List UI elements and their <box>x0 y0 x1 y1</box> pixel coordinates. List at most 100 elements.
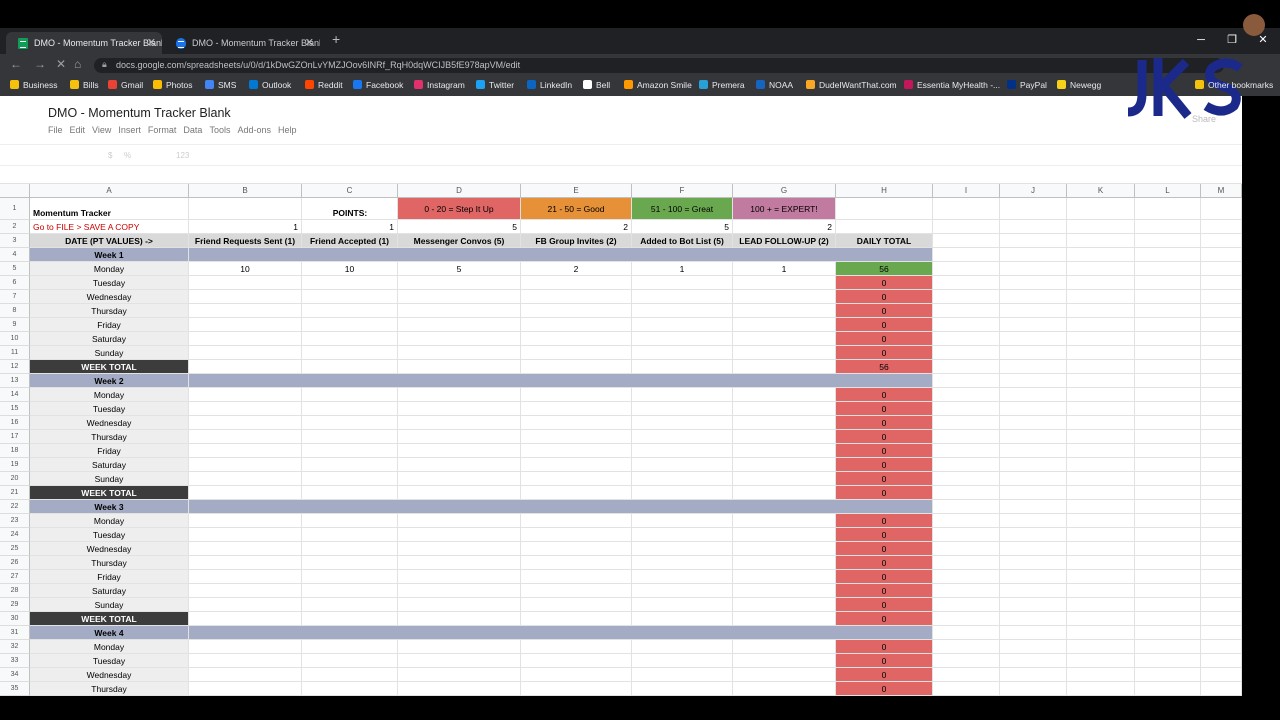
point-value-e[interactable]: 2 <box>521 220 632 234</box>
cell-k3[interactable] <box>1067 234 1135 248</box>
cell-f18[interactable] <box>632 444 733 458</box>
daily-total[interactable]: 0 <box>836 682 933 696</box>
cell-l26[interactable] <box>1135 556 1201 570</box>
cell-c34[interactable] <box>302 668 398 682</box>
cell-k26[interactable] <box>1067 556 1135 570</box>
cell-f7[interactable] <box>632 290 733 304</box>
cell-b30[interactable] <box>189 612 302 626</box>
points-label[interactable]: POINTS: <box>302 198 398 220</box>
cell-m23[interactable] <box>1201 514 1242 528</box>
sheet-heading[interactable]: Momentum Tracker <box>30 198 189 220</box>
day-label[interactable]: Saturday <box>30 584 189 598</box>
week-band[interactable]: Week 4 <box>30 626 189 640</box>
cell-c20[interactable] <box>302 472 398 486</box>
cell-m13[interactable] <box>1201 374 1242 388</box>
cell-j20[interactable] <box>1000 472 1067 486</box>
cell-k23[interactable] <box>1067 514 1135 528</box>
day-label[interactable]: Thursday <box>30 682 189 696</box>
new-tab-icon[interactable]: + <box>332 31 340 47</box>
cell-g30[interactable] <box>733 612 836 626</box>
bookmark-gmail[interactable]: Gmail <box>108 80 143 90</box>
cell-j5[interactable] <box>1000 262 1067 276</box>
row-header-33[interactable]: 33 <box>0 654 30 668</box>
cell-b6[interactable] <box>189 276 302 290</box>
bookmark-outlook[interactable]: Outlook <box>249 80 291 90</box>
cell-d17[interactable] <box>398 430 521 444</box>
cell-l6[interactable] <box>1135 276 1201 290</box>
cell-l14[interactable] <box>1135 388 1201 402</box>
cell-b12[interactable] <box>189 360 302 374</box>
cell-i21[interactable] <box>933 486 1000 500</box>
cell-d16[interactable] <box>398 416 521 430</box>
day-label[interactable]: Thursday <box>30 430 189 444</box>
cell-l16[interactable] <box>1135 416 1201 430</box>
cell-g7[interactable] <box>733 290 836 304</box>
cell-j30[interactable] <box>1000 612 1067 626</box>
cell-c11[interactable] <box>302 346 398 360</box>
bookmark-essentia-myhealth-[interactable]: Essentia MyHealth -... <box>904 80 1000 90</box>
cell-l2[interactable] <box>1135 220 1201 234</box>
daily-total[interactable]: 0 <box>836 332 933 346</box>
cell-m31[interactable] <box>1201 626 1242 640</box>
cell-m8[interactable] <box>1201 304 1242 318</box>
cell-g28[interactable] <box>733 584 836 598</box>
day-label[interactable]: Monday <box>30 514 189 528</box>
cell-g8[interactable] <box>733 304 836 318</box>
row-header-11[interactable]: 11 <box>0 346 30 360</box>
cell-c14[interactable] <box>302 388 398 402</box>
cell-e34[interactable] <box>521 668 632 682</box>
cell-m25[interactable] <box>1201 542 1242 556</box>
row-header-2[interactable]: 2 <box>0 220 30 234</box>
cell-f6[interactable] <box>632 276 733 290</box>
daily-total[interactable]: 0 <box>836 304 933 318</box>
row-header-22[interactable]: 22 <box>0 500 30 514</box>
cell-d35[interactable] <box>398 682 521 696</box>
cell-b32[interactable] <box>189 640 302 654</box>
cell-k35[interactable] <box>1067 682 1135 696</box>
cell-e11[interactable] <box>521 346 632 360</box>
row-header-34[interactable]: 34 <box>0 668 30 682</box>
cell-c26[interactable] <box>302 556 398 570</box>
cell-l18[interactable] <box>1135 444 1201 458</box>
column-title-f[interactable]: Added to Bot List (5) <box>632 234 733 248</box>
cell-e25[interactable] <box>521 542 632 556</box>
cell-j35[interactable] <box>1000 682 1067 696</box>
close-tab-icon[interactable]: ✕ <box>147 36 156 49</box>
activity-value-g[interactable]: 1 <box>733 262 836 276</box>
cell-d33[interactable] <box>398 654 521 668</box>
column-header-h[interactable]: H <box>836 184 933 198</box>
cell-b27[interactable] <box>189 570 302 584</box>
cell-l8[interactable] <box>1135 304 1201 318</box>
cell-c21[interactable] <box>302 486 398 500</box>
cell-k10[interactable] <box>1067 332 1135 346</box>
cell-m7[interactable] <box>1201 290 1242 304</box>
cell-b34[interactable] <box>189 668 302 682</box>
cell-i19[interactable] <box>933 458 1000 472</box>
cell-i18[interactable] <box>933 444 1000 458</box>
cell-d15[interactable] <box>398 402 521 416</box>
cell-b18[interactable] <box>189 444 302 458</box>
cell-j33[interactable] <box>1000 654 1067 668</box>
cell-l11[interactable] <box>1135 346 1201 360</box>
cell-m18[interactable] <box>1201 444 1242 458</box>
cell-m30[interactable] <box>1201 612 1242 626</box>
cell-g29[interactable] <box>733 598 836 612</box>
activity-value-c[interactable]: 10 <box>302 262 398 276</box>
cell-k24[interactable] <box>1067 528 1135 542</box>
cell-d30[interactable] <box>398 612 521 626</box>
daily-total[interactable]: 0 <box>836 346 933 360</box>
bookmark-newegg[interactable]: Newegg <box>1057 80 1101 90</box>
column-title-d[interactable]: Messenger Convos (5) <box>398 234 521 248</box>
cell-d28[interactable] <box>398 584 521 598</box>
cell-g12[interactable] <box>733 360 836 374</box>
cell-c7[interactable] <box>302 290 398 304</box>
cell-j34[interactable] <box>1000 668 1067 682</box>
cell-g20[interactable] <box>733 472 836 486</box>
legend-step-it-up[interactable]: 0 - 20 = Step It Up <box>398 198 521 220</box>
column-header-e[interactable]: E <box>521 184 632 198</box>
day-label[interactable]: Wednesday <box>30 542 189 556</box>
cell-c8[interactable] <box>302 304 398 318</box>
cell-i27[interactable] <box>933 570 1000 584</box>
column-header-i[interactable]: I <box>933 184 1000 198</box>
row-header-18[interactable]: 18 <box>0 444 30 458</box>
